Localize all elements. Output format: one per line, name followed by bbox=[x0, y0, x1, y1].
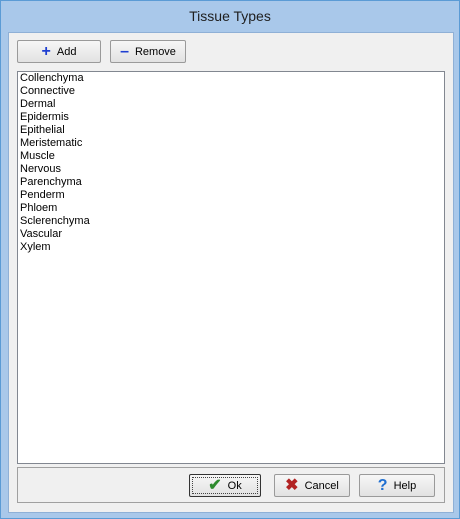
list-item[interactable]: Phloem bbox=[18, 202, 444, 215]
checkmark-icon: ✔ bbox=[208, 476, 222, 494]
list-item[interactable]: Connective bbox=[18, 85, 444, 98]
help-button[interactable]: ? Help bbox=[359, 474, 435, 497]
list-item[interactable]: Epidermis bbox=[18, 111, 444, 124]
list-item[interactable]: Xylem bbox=[18, 241, 444, 254]
add-button[interactable]: + Add bbox=[17, 40, 101, 63]
remove-button-label: Remove bbox=[134, 45, 176, 58]
minus-icon: – bbox=[120, 42, 129, 60]
dialog-body: + Add – Remove Collenchyma Connective De… bbox=[8, 32, 454, 513]
list-item[interactable]: Parenchyma bbox=[18, 176, 444, 189]
list-item[interactable]: Meristematic bbox=[18, 137, 444, 150]
window-title: Tissue Types bbox=[189, 8, 271, 24]
cancel-button-label: Cancel bbox=[304, 479, 339, 492]
question-mark-icon: ? bbox=[377, 476, 388, 494]
list-item[interactable]: Collenchyma bbox=[18, 72, 444, 85]
list-item[interactable]: Dermal bbox=[18, 98, 444, 111]
list-item[interactable]: Vascular bbox=[18, 228, 444, 241]
tissue-types-list[interactable]: Collenchyma Connective Dermal Epidermis … bbox=[17, 71, 445, 464]
help-button-label: Help bbox=[393, 479, 417, 492]
cancel-button[interactable]: ✖ Cancel bbox=[274, 474, 350, 497]
list-item[interactable]: Sclerenchyma bbox=[18, 215, 444, 228]
list-item[interactable]: Penderm bbox=[18, 189, 444, 202]
title-bar[interactable]: Tissue Types bbox=[1, 1, 459, 32]
button-bar: ✔ Ok ✖ Cancel ? Help bbox=[17, 467, 445, 503]
ok-button-label: Ok bbox=[227, 479, 242, 492]
dialog-window: Tissue Types + Add – Remove Collenchyma … bbox=[0, 0, 460, 519]
ok-button[interactable]: ✔ Ok bbox=[189, 474, 261, 497]
plus-icon: + bbox=[41, 42, 51, 60]
list-item[interactable]: Nervous bbox=[18, 163, 444, 176]
add-button-label: Add bbox=[56, 45, 77, 58]
list-item[interactable]: Muscle bbox=[18, 150, 444, 163]
x-icon: ✖ bbox=[285, 476, 299, 494]
list-item[interactable]: Epithelial bbox=[18, 124, 444, 137]
remove-button[interactable]: – Remove bbox=[110, 40, 186, 63]
